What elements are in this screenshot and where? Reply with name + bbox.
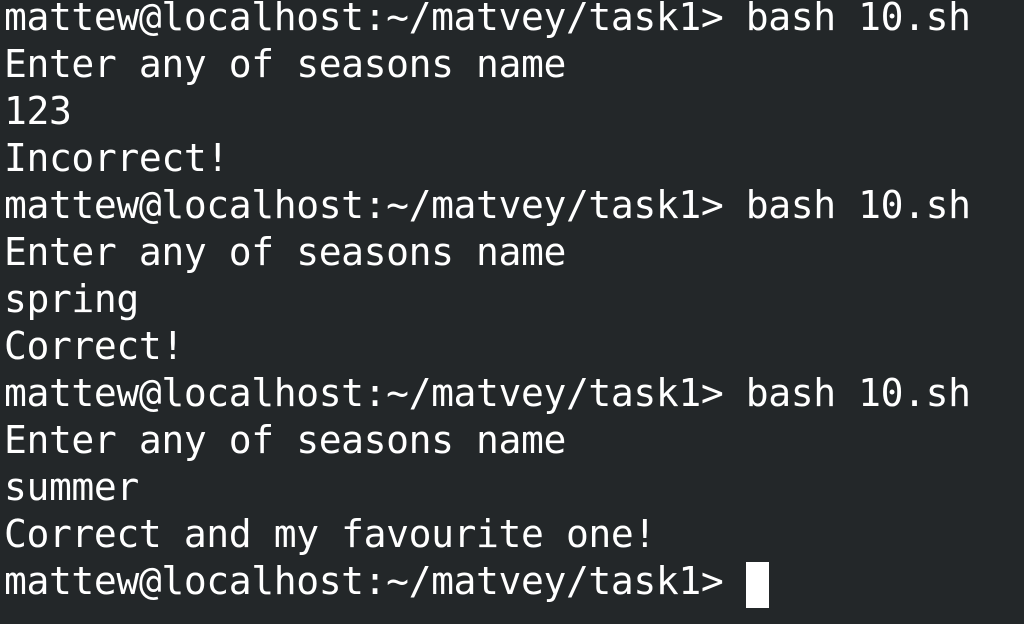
output-line: Enter any of seasons name <box>4 418 566 462</box>
input-line: spring <box>4 277 139 321</box>
output-line: Enter any of seasons name <box>4 230 566 274</box>
active-prompt-line[interactable]: mattew@localhost:~/matvey/task1> <box>4 558 1024 608</box>
output-line: Correct! <box>4 324 184 368</box>
input-line: summer <box>4 465 139 509</box>
command-line: mattew@localhost:~/matvey/task1> bash 10… <box>4 183 971 227</box>
output-line: Enter any of seasons name <box>4 42 566 86</box>
output-line: Correct and my favourite one! <box>4 512 656 556</box>
output-line: Incorrect! <box>4 136 229 180</box>
prompt-text: mattew@localhost:~/matvey/task1> <box>4 559 724 603</box>
command-line: mattew@localhost:~/matvey/task1> bash 10… <box>4 0 971 39</box>
text-cursor <box>746 562 770 608</box>
input-line: 123 <box>4 89 72 133</box>
terminal-window[interactable]: mattew@localhost:~/matvey/task1> bash 10… <box>0 0 1024 624</box>
command-line: mattew@localhost:~/matvey/task1> bash 10… <box>4 371 971 415</box>
